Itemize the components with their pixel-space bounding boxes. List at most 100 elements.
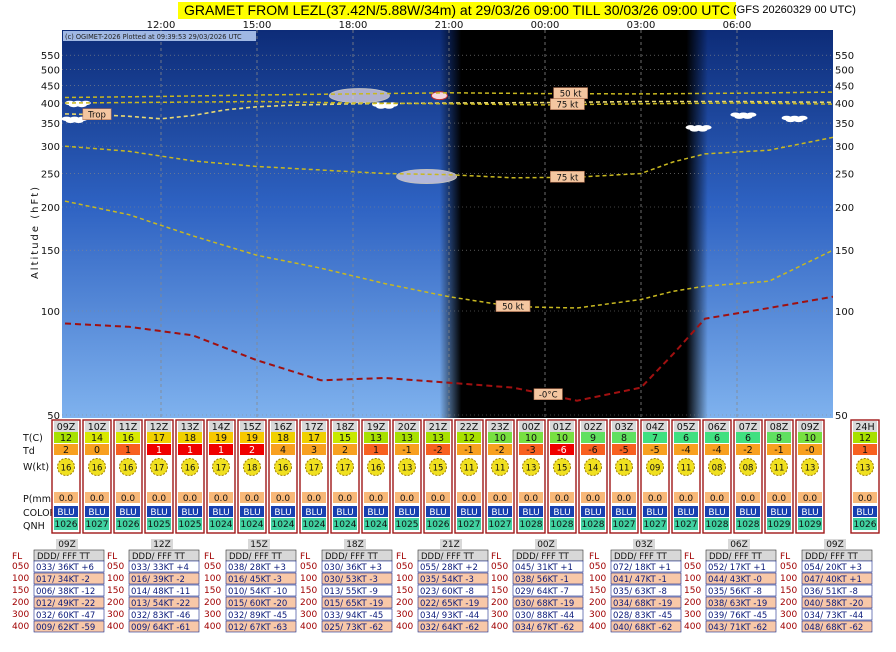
color-code-value: BLU	[181, 508, 198, 518]
fl-level: 200	[300, 598, 317, 608]
dewpoint-value: -5	[650, 445, 659, 456]
winds-header: DDD/ FFF TT	[709, 552, 763, 562]
fl-level: 300	[780, 610, 797, 620]
precip-value: 0.0	[431, 494, 446, 504]
temp-value: 10	[804, 433, 816, 444]
fl-level: 200	[107, 598, 124, 608]
precip-value: 0.0	[555, 494, 570, 504]
dewpoint-value: -3	[526, 445, 535, 456]
fl-header: FL	[12, 552, 22, 562]
winds-row: 016/ 39KT -2	[131, 575, 185, 585]
hour-header: 09Z	[801, 422, 820, 433]
qnh-value: 1026	[55, 520, 78, 530]
color-code-value: BLU	[584, 508, 601, 518]
winds-row: 032/ 89KT -45	[228, 611, 287, 621]
wind-value: 17	[154, 464, 165, 474]
winds-header: DDD/ FFF TT	[229, 552, 283, 562]
color-code-value: BLU	[150, 508, 167, 518]
table-row-label: W(kt)	[23, 462, 49, 473]
hour-header: 14Z	[212, 422, 231, 433]
hour-header: 11Z	[119, 422, 138, 433]
fl-level: 100	[589, 574, 606, 584]
temp-value: 16	[122, 433, 134, 444]
hour-column: 02Z9-6 14 0.0 BLU 1028	[578, 419, 608, 534]
table-row-label: QNH	[23, 521, 45, 532]
winds-row: 052/ 17KT +1	[708, 563, 766, 573]
qnh-value: 1028	[551, 520, 574, 530]
precip-value: 0.0	[679, 494, 694, 504]
temp-value: 18	[184, 433, 196, 444]
altitude-tick-label-right: 500	[835, 66, 854, 77]
wind-value: 13	[526, 464, 537, 474]
wind-value: 17	[340, 464, 351, 474]
altitude-tick-label-right: 200	[835, 203, 854, 214]
winds-row: 048/ 68KT -62	[804, 623, 863, 633]
winds-time: 06Z	[730, 540, 748, 550]
fl-level: 150	[396, 586, 413, 596]
winds-row: 009/ 64KT -61	[131, 623, 190, 633]
hour-column: 21Z13-2 15 0.0 BLU 1026	[423, 419, 453, 534]
temp-value: 13	[432, 433, 444, 444]
color-code-value: BLU	[398, 508, 415, 518]
fl-header: FL	[684, 552, 694, 562]
wind-value: 14	[588, 464, 599, 474]
qnh-value: 1027	[675, 520, 698, 530]
hour-column: 13Z181 16 0.0 BLU 1025	[175, 419, 205, 534]
altitude-tick-label-left: 350	[41, 119, 60, 130]
wind-value: 16	[92, 464, 103, 474]
fl-level: 150	[589, 586, 606, 596]
hour-column: 09Z10-0 13 0.0 BLU 1029	[795, 419, 825, 534]
color-code-value: BLU	[88, 508, 105, 518]
qnh-value: 1028	[706, 520, 729, 530]
hour-header: 09Z	[57, 422, 76, 433]
turbulence-area	[328, 88, 390, 104]
hour-column: 19Z131 16 0.0 BLU 1024	[361, 419, 391, 534]
hour-header: 07Z	[739, 422, 758, 433]
altitude-tick-label-right: 400	[835, 99, 854, 110]
series-label: 50 kt	[560, 90, 582, 100]
hour-column: 23Z10-2 11 0.0 BLU 1027	[485, 419, 515, 534]
dewpoint-value: -1	[464, 445, 473, 456]
winds-row: 017/ 34KT -2	[36, 575, 90, 585]
qnh-value: 1027	[613, 520, 636, 530]
winds-header: DDD/ FFF TT	[132, 552, 186, 562]
precip-value: 0.0	[617, 494, 632, 504]
winds-row: 034/ 68KT -19	[613, 599, 672, 609]
gramet-chart: 50 kt75 kt75 kt50 kt-0°CTrop(c) OGIMET-2…	[12, 20, 880, 633]
winds-time: 09Z	[58, 540, 76, 550]
dewpoint-value: 1	[125, 445, 131, 456]
temp-value: 6	[683, 433, 689, 444]
hour-header: 17Z	[305, 422, 324, 433]
fl-level: 300	[396, 610, 413, 620]
temp-value: 19	[246, 433, 258, 444]
precip-value: 0.0	[400, 494, 415, 504]
altitude-tick-label-left: 150	[41, 246, 60, 257]
dewpoint-value: -0	[805, 445, 814, 456]
dewpoint-value: 1	[862, 445, 868, 456]
winds-row: 035/ 63KT -8	[613, 587, 667, 597]
altitude-tick-label-left: 300	[41, 142, 60, 153]
winds-time: 12Z	[153, 540, 171, 550]
winds-block: 21Z FL DDD/ FFF TT 050 055/ 28KT +2 100 035/ 5…	[396, 539, 489, 633]
precip-value: 0.0	[338, 494, 353, 504]
altitude-tick-label-right: 350	[835, 119, 854, 130]
winds-row: 012/ 67KT -63	[228, 623, 287, 633]
hour-header: 04Z	[646, 422, 665, 433]
winds-block: 18Z FL DDD/ FFF TT 050 030/ 36KT +3 100 030/ 5…	[300, 539, 393, 633]
winds-row: 033/ 33KT +4	[131, 563, 189, 573]
fl-level: 150	[491, 586, 508, 596]
dewpoint-value: -4	[681, 445, 690, 456]
precip-value: 0.0	[772, 494, 787, 504]
fl-level: 150	[684, 586, 701, 596]
winds-row: 043/ 71KT -62	[708, 623, 767, 633]
dewpoint-value: 1	[218, 445, 224, 456]
precip-value: 0.0	[586, 494, 601, 504]
wind-value: 11	[464, 464, 475, 474]
hour-header: 08Z	[770, 422, 789, 433]
color-code-value: BLU	[770, 508, 787, 518]
winds-block: 12Z FL DDD/ FFF TT 050 033/ 33KT +4 100 016/ 3…	[107, 539, 200, 633]
color-code-value: BLU	[429, 508, 446, 518]
winds-row: 014/ 48KT -11	[131, 587, 190, 597]
hour-header: 05Z	[677, 422, 696, 433]
winds-block: 15Z FL DDD/ FFF TT 050 038/ 28KT +3 100 016/ 4…	[204, 539, 297, 633]
